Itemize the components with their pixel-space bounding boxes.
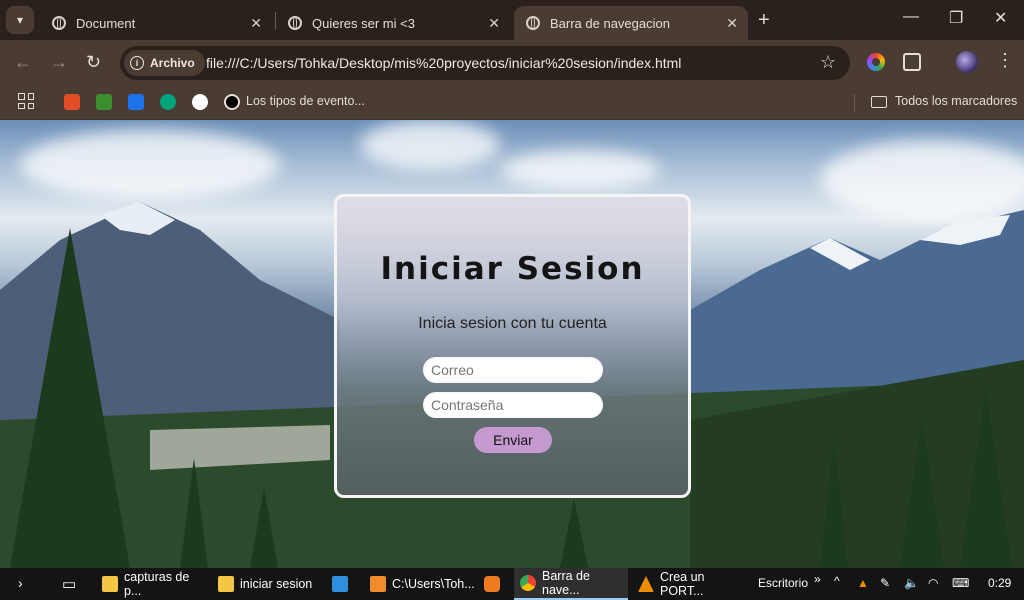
login-title: Iniciar Sesion — [380, 251, 645, 287]
password-field[interactable] — [423, 392, 603, 418]
close-icon[interactable]: ✕ — [726, 15, 738, 32]
tree-shape — [10, 228, 130, 568]
taskbar-item-capturas[interactable]: capturas de p... — [96, 568, 208, 600]
taskbar-item-label: Barra de nave... — [542, 569, 590, 597]
page-viewport: Iniciar Sesion Inicia sesion con tu cuen… — [0, 120, 1024, 568]
arrow-badge-icon[interactable] — [160, 94, 176, 110]
double-chevron-icon[interactable]: » — [814, 572, 821, 586]
chrome-icon — [520, 575, 536, 591]
chevron-up-icon[interactable]: ^ — [834, 574, 840, 588]
swirl-icon[interactable] — [224, 94, 240, 110]
tab-title: Document — [76, 15, 136, 31]
tab-document[interactable]: Document ✕ — [40, 6, 272, 40]
bookmark-los-tipos[interactable]: Los tipos de evento... — [246, 94, 365, 108]
taskbar: › ▭ capturas de p... iniciar sesion C:\U… — [0, 568, 1024, 600]
folder-icon — [871, 96, 887, 108]
sublime-icon — [370, 576, 386, 592]
menu-kebab-icon[interactable]: ⋮ — [996, 50, 1014, 71]
bookmark-separator — [854, 94, 855, 112]
task-view-icon[interactable]: ▭ — [62, 575, 76, 593]
chevron-down-icon: ▾ — [16, 13, 24, 27]
globe-icon — [52, 16, 66, 30]
taskbar-item-media[interactable] — [478, 568, 512, 600]
color-picker-extension-icon[interactable] — [867, 53, 885, 71]
site-info-label: Archivo — [150, 56, 195, 70]
taskbar-item-vscode[interactable] — [326, 568, 360, 600]
close-icon[interactable]: ✕ — [488, 15, 500, 32]
panda-icon[interactable] — [192, 94, 208, 110]
close-icon[interactable]: ✕ — [250, 15, 262, 32]
extensions-puzzle-icon[interactable] — [903, 53, 921, 71]
vlc-tray-icon[interactable]: ▲ — [857, 576, 869, 590]
login-subtitle: Inicia sesion con tu cuenta — [418, 315, 607, 332]
keyboard-icon[interactable]: ⌨ — [952, 576, 969, 590]
tab-quieres[interactable]: Quieres ser mi <3 ✕ — [276, 6, 510, 40]
forward-icon[interactable]: → — [50, 52, 68, 73]
tree-shape — [960, 388, 1012, 568]
html-icon[interactable] — [64, 94, 80, 110]
tab-strip: ▾ Document ✕ Quieres ser mi <3 ✕ Barra d… — [0, 0, 1024, 40]
browser-toolbar: ← → ↻ i Archivo file:///C:/Users/Tohka/D… — [0, 40, 1024, 86]
formula-icon[interactable] — [128, 94, 144, 110]
taskbar-item-label: C:\Users\Toh... — [392, 577, 475, 591]
wifi-icon[interactable]: ◠ — [928, 576, 938, 590]
taskbar-item-sublime[interactable]: C:\Users\Toh... — [364, 568, 475, 600]
tab-title: Quieres ser mi <3 — [312, 15, 415, 31]
taskbar-item-chrome[interactable]: Barra de nave... — [514, 568, 628, 600]
tab-title: Barra de navegacion — [550, 15, 670, 31]
email-field[interactable] — [423, 357, 603, 383]
taskbar-item-label: Crea un PORT... — [660, 570, 705, 598]
folder-icon — [218, 576, 234, 592]
taskbar-item-iniciar-sesion[interactable]: iniciar sesion — [212, 568, 316, 600]
taskbar-item-vlc[interactable]: Crea un PORT... — [632, 568, 742, 600]
media-icon — [484, 576, 500, 592]
tree-shape — [900, 418, 944, 568]
tree-shape — [180, 458, 208, 568]
all-bookmarks-link[interactable]: Todos los marcadores — [895, 94, 1017, 108]
tree-shape — [820, 438, 848, 568]
bookmark-star-icon[interactable]: ☆ — [820, 52, 836, 73]
login-card: Iniciar Sesion Inicia sesion con tu cuen… — [334, 194, 691, 498]
apps-grid-icon[interactable] — [18, 93, 34, 109]
site-info-chip[interactable]: i Archivo — [124, 50, 205, 76]
minimize-icon[interactable]: — — [903, 8, 919, 26]
back-icon[interactable]: ← — [14, 52, 32, 73]
bookmarks-bar: Los tipos de evento... Todos los marcado… — [0, 86, 1024, 120]
reload-icon[interactable]: ↻ — [86, 52, 101, 73]
tab-barra-navegacion[interactable]: Barra de navegacion ✕ — [514, 6, 748, 40]
pen-icon[interactable]: ✎ — [880, 576, 890, 590]
tree-shape — [560, 498, 588, 568]
tab-search-button[interactable]: ▾ — [6, 6, 34, 34]
volume-icon[interactable]: 🔈 — [904, 576, 919, 590]
chevron-right-icon[interactable]: › — [18, 575, 23, 591]
folder-icon — [102, 576, 118, 592]
clock-time[interactable]: 0:29 — [988, 576, 1011, 590]
restore-icon[interactable]: ❐ — [949, 8, 963, 28]
tree-shape — [250, 488, 278, 568]
taskbar-item-label: capturas de p... — [124, 570, 190, 598]
lambda-icon[interactable] — [96, 94, 112, 110]
new-tab-icon[interactable]: + — [758, 9, 770, 32]
url-text[interactable]: file:///C:/Users/Tohka/Desktop/mis%20pro… — [206, 55, 681, 71]
info-icon: i — [130, 56, 144, 70]
vlc-icon — [638, 576, 654, 592]
submit-button[interactable]: Enviar — [474, 427, 552, 453]
profile-avatar[interactable] — [956, 51, 978, 73]
address-bar[interactable]: i Archivo file:///C:/Users/Tohka/Desktop… — [120, 46, 850, 80]
close-window-icon[interactable]: ✕ — [994, 8, 1007, 28]
vscode-icon — [332, 576, 348, 592]
globe-icon — [288, 16, 302, 30]
desktop-toolbar-label[interactable]: Escritorio — [758, 576, 808, 590]
taskbar-item-label: iniciar sesion — [240, 577, 313, 591]
globe-icon — [526, 16, 540, 30]
